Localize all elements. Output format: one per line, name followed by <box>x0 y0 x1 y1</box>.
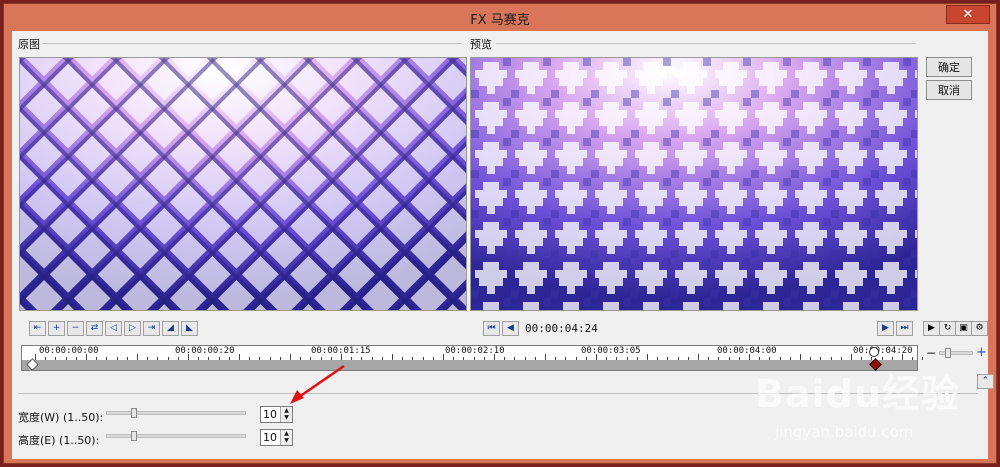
original-image <box>19 57 467 311</box>
reverse-keyframe-icon[interactable]: ⇄ <box>86 321 103 336</box>
baidu-watermark: Baidu经验 <box>755 372 960 416</box>
loop-icon[interactable]: ↻ <box>939 321 956 336</box>
previous-keyframe-icon[interactable]: ◁ <box>105 321 122 336</box>
timeline-label: 00:00:04:20 <box>852 346 914 356</box>
width-slider[interactable] <box>106 411 246 415</box>
preview-image <box>470 57 918 311</box>
collapse-icon[interactable]: ⌃ <box>977 374 994 389</box>
timeline-label: 00:00:04:00 <box>716 346 778 356</box>
window-title: FX 马赛克 <box>470 13 530 28</box>
preview-image-graphic <box>471 58 917 310</box>
watermark-url: jingyan.baidu.com <box>775 423 914 441</box>
cancel-button[interactable]: 取消 <box>926 80 972 100</box>
next-keyframe-icon[interactable]: ▷ <box>124 321 141 336</box>
zoom-in-button[interactable]: + <box>976 345 987 360</box>
title-bar: FX 马赛克 ✕ <box>4 4 996 30</box>
add-keyframe-icon[interactable]: + <box>48 321 65 336</box>
width-slider-thumb[interactable] <box>131 408 137 418</box>
height-slider-thumb[interactable] <box>131 431 137 441</box>
go-end-icon[interactable]: ⇥ <box>143 321 160 336</box>
zoom-slider-thumb[interactable] <box>945 348 951 358</box>
preview-start-icon[interactable]: ⏮ <box>483 321 500 336</box>
preview-timecode: 00:00:04:24 <box>525 322 598 335</box>
preview-divider <box>496 43 916 44</box>
timeline-label: 00:00:00:00 <box>38 346 100 356</box>
annotation-arrow-icon <box>290 364 345 404</box>
settings-icon[interactable]: ⚙ <box>971 321 988 336</box>
timeline-label: 00:00:02:10 <box>444 346 506 356</box>
ruler-tick <box>922 357 924 360</box>
height-value[interactable]: 10 <box>263 431 277 444</box>
fade-out-icon[interactable]: ◣ <box>181 321 198 336</box>
preview-back-icon[interactable]: ◀ <box>502 321 519 336</box>
height-label: 高度(E) (1..50): <box>18 434 100 447</box>
zoom-out-button[interactable]: − <box>926 346 936 360</box>
height-slider[interactable] <box>106 434 246 438</box>
timeline-label: 00:00:03:05 <box>580 346 642 356</box>
remove-keyframe-icon[interactable]: − <box>67 321 84 336</box>
preview-forward-icon[interactable]: ▶ <box>877 321 894 336</box>
width-label: 宽度(W) (1..50): <box>18 411 104 424</box>
playhead-icon[interactable] <box>869 347 879 357</box>
original-image-graphic <box>20 58 466 310</box>
preview-label: 预览 <box>470 38 492 51</box>
timeline-label: 00:00:00:20 <box>174 346 236 356</box>
go-start-icon[interactable]: ⇤ <box>29 321 46 336</box>
preview-end-icon[interactable]: ⏭ <box>896 321 913 336</box>
close-button[interactable]: ✕ <box>946 5 990 24</box>
ok-button[interactable]: 确定 <box>926 57 972 77</box>
fade-in-icon[interactable]: ◢ <box>162 321 179 336</box>
play-icon[interactable]: ▶ <box>923 321 940 336</box>
original-divider <box>42 43 462 44</box>
width-value[interactable]: 10 <box>263 408 277 421</box>
original-label: 原图 <box>18 38 40 51</box>
preview-screen-icon[interactable]: ▣ <box>955 321 972 336</box>
height-stepper[interactable]: 10 ▲ ▼ <box>260 429 293 446</box>
spin-arrows-icon[interactable]: ▲ ▼ <box>280 430 292 445</box>
